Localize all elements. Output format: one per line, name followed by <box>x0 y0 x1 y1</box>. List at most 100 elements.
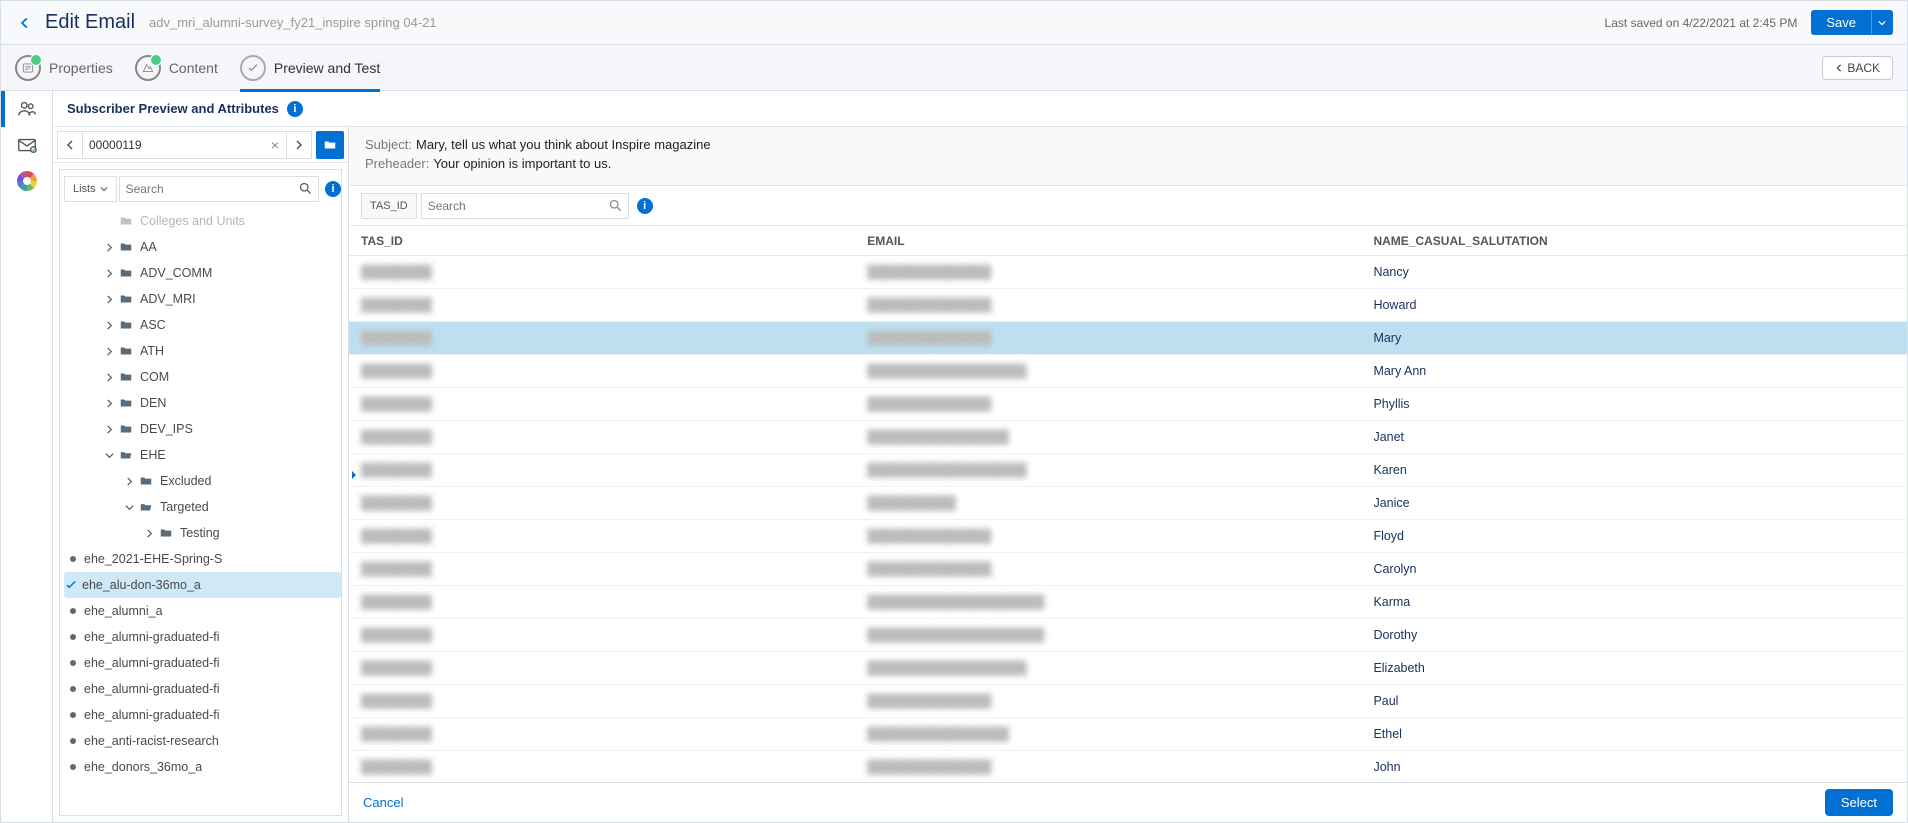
select-button[interactable]: Select <box>1825 789 1893 816</box>
tree-folder[interactable]: COM <box>64 364 341 390</box>
tree-folder[interactable]: ATH <box>64 338 341 364</box>
cell-email: ████████████████████ <box>867 628 1373 642</box>
folder-icon <box>158 525 174 541</box>
table-row[interactable]: ██████████████████████████Mary Ann <box>349 355 1907 388</box>
tree-leaf[interactable]: ehe_alumni_a <box>64 598 341 624</box>
cell-id: ████████ <box>361 298 867 312</box>
clear-subscriber-icon[interactable]: × <box>264 131 286 159</box>
lists-dropdown[interactable]: Lists <box>64 176 117 202</box>
cell-email: ██████████████ <box>867 562 1373 576</box>
table-row[interactable]: ████████████████████████████Karma <box>349 586 1907 619</box>
tree-folder[interactable]: AA <box>64 234 341 260</box>
tree-folder[interactable]: ADV_COMM <box>64 260 341 286</box>
tree-folder[interactable]: DEV_IPS <box>64 416 341 442</box>
cell-email: ██████████████ <box>867 694 1373 708</box>
save-button[interactable]: Save <box>1811 10 1871 35</box>
tree-label: EHE <box>140 448 166 462</box>
content-info-icon[interactable]: i <box>637 198 653 214</box>
tree-leaf[interactable]: ehe_alumni-graduated-fi <box>64 702 341 728</box>
tab-preview[interactable]: Preview and Test <box>240 45 380 91</box>
subscriber-id-input[interactable] <box>83 131 264 159</box>
cell-id: ████████ <box>361 661 867 675</box>
save-dropdown-button[interactable] <box>1871 10 1893 35</box>
cancel-link[interactable]: Cancel <box>363 795 403 810</box>
cell-name: Phyllis <box>1373 397 1895 411</box>
prev-subscriber-button[interactable] <box>57 131 83 159</box>
rail-subscribers-icon[interactable] <box>1 91 53 127</box>
table-row[interactable]: ██████████████████████Paul <box>349 685 1907 718</box>
tree-folder-testing[interactable]: Testing <box>64 520 341 546</box>
cell-id: ████████ <box>361 562 867 576</box>
folder-icon <box>118 369 134 385</box>
search-icon <box>608 198 623 213</box>
rail-color-wheel-icon[interactable] <box>1 163 53 199</box>
splitter-handle[interactable] <box>349 455 359 495</box>
table-row[interactable]: ████████████████████████████Dorothy <box>349 619 1907 652</box>
tasid-dropdown[interactable]: TAS_ID <box>361 193 417 219</box>
tree-leaf[interactable]: ehe_anti-racist-research <box>64 728 341 754</box>
folder-icon <box>118 239 134 255</box>
tree-folder-targeted[interactable]: Targeted <box>64 494 341 520</box>
email-meta: Subject:Mary, tell us what you think abo… <box>349 127 1907 186</box>
content-search-input[interactable] <box>421 193 629 219</box>
tree-leaf[interactable]: ehe_alumni-graduated-fi <box>64 624 341 650</box>
table-row[interactable]: ██████████████████Janice <box>349 487 1907 520</box>
tab-properties[interactable]: Properties <box>15 45 113 91</box>
rail-email-icon[interactable] <box>1 127 53 163</box>
table-row[interactable]: ██████████████████████John <box>349 751 1907 782</box>
preheader-label: Preheader: <box>365 156 429 171</box>
tree-label: ehe_alumni-graduated-fi <box>84 708 220 722</box>
column-header-email[interactable]: EMAIL <box>867 234 1373 248</box>
cell-name: Karen <box>1373 463 1895 477</box>
tree-info-icon[interactable]: i <box>325 181 341 197</box>
cell-email: ██████████████ <box>867 529 1373 543</box>
dialog-footer: Cancel Select <box>349 782 1907 822</box>
panel-info-icon[interactable]: i <box>287 101 303 117</box>
tree-leaf[interactable]: ehe_donors_36mo_a <box>64 754 341 780</box>
cell-email: ████████████████ <box>867 430 1373 444</box>
tree-folder[interactable]: DEN <box>64 390 341 416</box>
tree-leaf[interactable]: ehe_2021-EHE-Spring-S <box>64 546 341 572</box>
tree-search-input[interactable] <box>119 176 319 202</box>
table-row[interactable]: ██████████████████████Nancy <box>349 256 1907 289</box>
tree-leaf[interactable]: ehe_alumni-graduated-fi <box>64 676 341 702</box>
cell-name: Nancy <box>1373 265 1895 279</box>
table-row[interactable]: ██████████████████████Howard <box>349 289 1907 322</box>
cell-name: Mary <box>1373 331 1895 345</box>
tree-label: Excluded <box>160 474 211 488</box>
tree-folder-ehe[interactable]: EHE <box>64 442 341 468</box>
table-row[interactable]: ██████████████████████Carolyn <box>349 553 1907 586</box>
column-header-name[interactable]: NAME_CASUAL_SALUTATION <box>1373 234 1895 248</box>
next-subscriber-button[interactable] <box>286 131 312 159</box>
back-button[interactable]: BACK <box>1822 56 1893 80</box>
search-icon <box>298 181 313 196</box>
cell-id: ████████ <box>361 628 867 642</box>
tree-folder[interactable]: Colleges and Units <box>64 208 341 234</box>
cell-email: ██████████████████ <box>867 661 1373 675</box>
tree-label: COM <box>140 370 169 384</box>
tree-leaf-selected[interactable]: ehe_alu-don-36mo_a <box>64 572 341 598</box>
cell-name: Dorothy <box>1373 628 1895 642</box>
tree-label: ehe_2021-EHE-Spring-S <box>84 552 222 566</box>
table-row[interactable]: ████████████████████████Janet <box>349 421 1907 454</box>
table-row[interactable]: ██████████████████████Phyllis <box>349 388 1907 421</box>
tree-folder[interactable]: ADV_MRI <box>64 286 341 312</box>
folder-tree: Colleges and Units AA ADV_COMM ADV_MRI A… <box>64 208 341 780</box>
tree-folder-excluded[interactable]: Excluded <box>64 468 341 494</box>
cell-email: ████████████████████ <box>867 595 1373 609</box>
tabs-row: Properties Content Preview and Test BACK <box>1 45 1907 91</box>
table-row[interactable]: ██████████████████████Mary <box>349 322 1907 355</box>
subscriber-sidebar: × Lists <box>53 127 349 822</box>
table-row[interactable]: ██████████████████████████Elizabeth <box>349 652 1907 685</box>
table-row[interactable]: ██████████████████████Floyd <box>349 520 1907 553</box>
table-row[interactable]: ██████████████████████████Karen <box>349 454 1907 487</box>
tab-content[interactable]: Content <box>135 45 218 91</box>
back-chevron-icon[interactable] <box>15 13 35 33</box>
tree-folder[interactable]: ASC <box>64 312 341 338</box>
cell-id: ████████ <box>361 364 867 378</box>
cell-email: ██████████████ <box>867 265 1373 279</box>
tree-leaf[interactable]: ehe_alumni-graduated-fi <box>64 650 341 676</box>
column-header-id[interactable]: TAS_ID <box>361 234 867 248</box>
open-folder-button[interactable] <box>316 131 344 159</box>
table-row[interactable]: ████████████████████████Ethel <box>349 718 1907 751</box>
